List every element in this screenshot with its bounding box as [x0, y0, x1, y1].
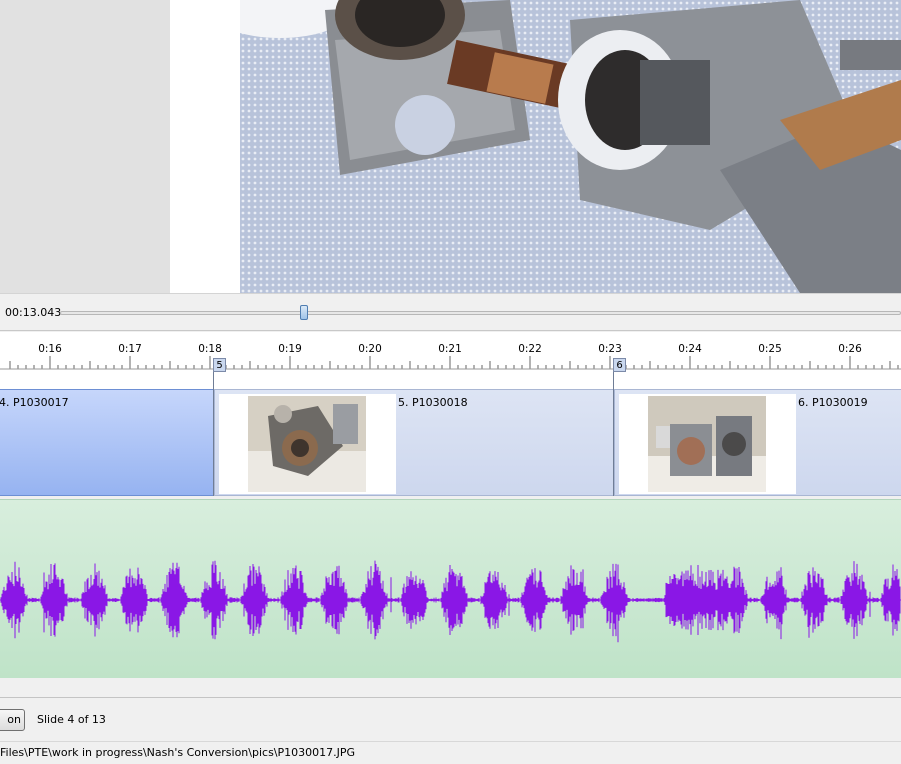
- playback-bar: 00:13.043: [0, 293, 901, 331]
- slide-marker[interactable]: 6: [613, 358, 626, 496]
- ruler-tick-label: 0:23: [598, 343, 622, 355]
- ruler-tick-label: 0:25: [758, 343, 782, 355]
- slide-block[interactable]: 4. P1030017: [0, 389, 214, 496]
- slide-label: 4. P1030017: [0, 396, 69, 409]
- slide-counter: Slide 4 of 13: [37, 713, 106, 726]
- ruler-tick-label: 0:19: [278, 343, 302, 355]
- preview-sidebar: [0, 0, 170, 293]
- position-slider[interactable]: [60, 311, 901, 315]
- ruler-tick-label: 0:21: [438, 343, 462, 355]
- slide-label: 5. P1030018: [398, 396, 468, 409]
- bottom-toolbar: on Slide 4 of 13: [0, 697, 901, 741]
- slide-marker-number: 5: [213, 358, 226, 372]
- thumbnail-image: [648, 396, 766, 492]
- slide-thumbnail: [219, 394, 396, 494]
- preview-image: [240, 0, 901, 293]
- slides-track: 4. P1030017 5. P1030018 6. P1030019 5 6: [0, 358, 901, 496]
- ruler-tick-label: 0:22: [518, 343, 542, 355]
- timeline-ruler[interactable]: 0:16 0:17 0:18 0:19 0:20 0:21 0:22 0:23 0:24 0:25…: [0, 332, 901, 372]
- file-path: Files\PTE\work in progress\Nash's Conver…: [0, 746, 356, 759]
- slider-thumb[interactable]: [299, 305, 308, 320]
- slide-marker[interactable]: 5: [213, 358, 226, 496]
- slide-preview: [0, 0, 901, 293]
- audio-waveform: [0, 560, 901, 643]
- ruler-tick-label: 0:26: [838, 343, 862, 355]
- waveform-path: [0, 560, 901, 643]
- slide-label: 6. P1030019: [798, 396, 868, 409]
- toolbar-button[interactable]: on: [0, 709, 25, 731]
- ruler-tick-label: 0:17: [118, 343, 142, 355]
- slide-block[interactable]: 5. P1030018: [214, 389, 614, 496]
- audio-track[interactable]: [0, 499, 901, 678]
- ruler-tick-label: 0:18: [198, 343, 222, 355]
- thumbnail-image: [248, 396, 366, 492]
- slide-block[interactable]: 6. P1030019: [614, 389, 901, 496]
- status-bar: Files\PTE\work in progress\Nash's Conver…: [0, 741, 901, 764]
- ruler-tick-label: 0:24: [678, 343, 702, 355]
- ruler-tick-label: 0:20: [358, 343, 382, 355]
- time-readout: 00:13.043: [5, 306, 62, 319]
- slide-thumbnail: [619, 394, 796, 494]
- ruler-tick-label: 0:16: [38, 343, 62, 355]
- slide-marker-number: 6: [613, 358, 626, 372]
